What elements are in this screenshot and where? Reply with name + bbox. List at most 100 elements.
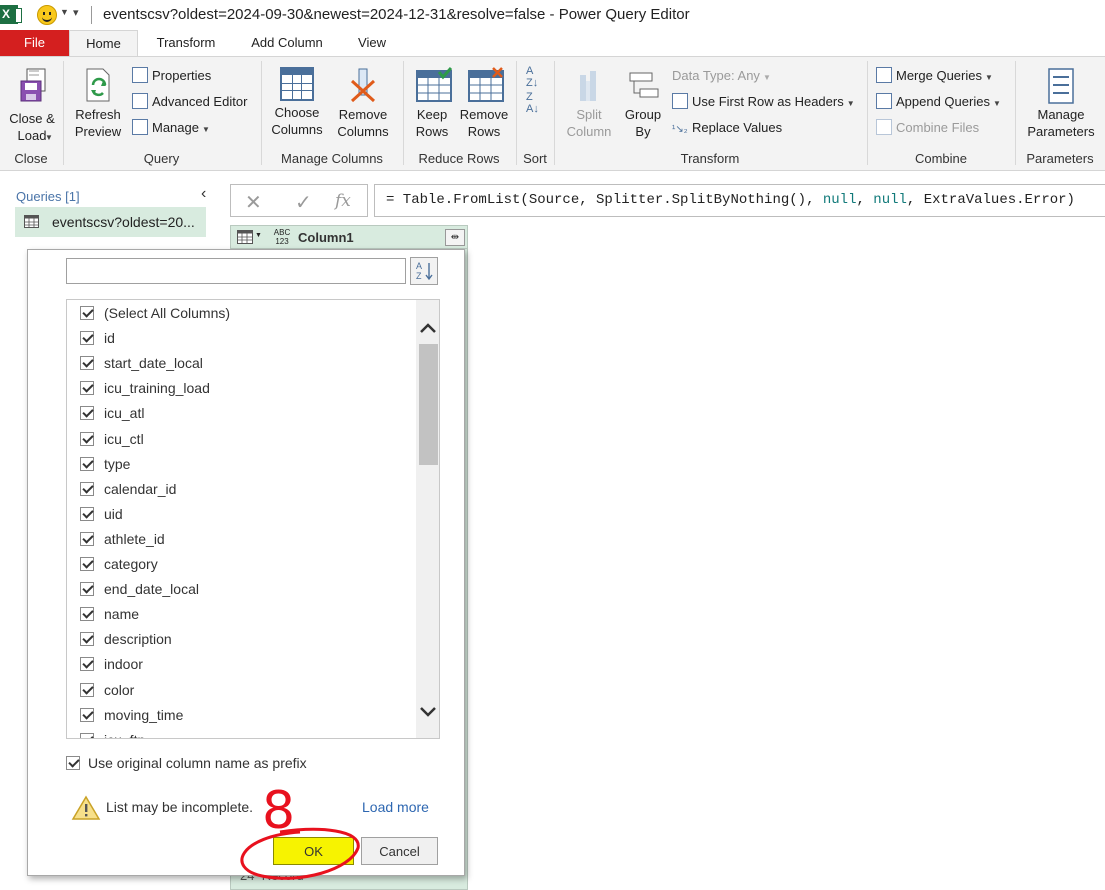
choose-columns-button[interactable]: Choose Columns xyxy=(264,67,330,138)
cancel-button[interactable]: Cancel xyxy=(361,837,438,865)
sort-columns-button[interactable]: A Z xyxy=(410,257,438,285)
list-scrollbar[interactable] xyxy=(416,300,440,738)
tab-file[interactable]: File xyxy=(0,30,69,56)
formula-input[interactable]: = Table.FromList(Source, Splitter.SplitB… xyxy=(374,184,1105,217)
scroll-down-chevron-icon[interactable] xyxy=(416,702,440,722)
smiley-dropdown-icon[interactable]: ▼ xyxy=(60,7,69,17)
column-checkbox[interactable] xyxy=(80,657,94,672)
properties-icon xyxy=(132,67,148,83)
column-checkbox-item[interactable]: icu_training_load xyxy=(67,376,413,401)
column-label: description xyxy=(104,631,172,648)
column-type-icon[interactable]: ABC 123 xyxy=(271,228,293,246)
append-queries-button[interactable]: Append Queries ▼ xyxy=(876,92,1001,112)
column-label: moving_time xyxy=(104,706,184,723)
use-first-row-headers-button[interactable]: Use First Row as Headers ▼ xyxy=(672,92,855,112)
column-checkbox-item[interactable]: end_date_local xyxy=(67,577,413,602)
column-checkbox-item[interactable]: id xyxy=(67,326,413,351)
close-and-load-button[interactable]: Close & Load ▼ xyxy=(4,67,60,144)
remove-columns-icon xyxy=(346,67,380,103)
query-list-item[interactable]: eventscsv?oldest=20... xyxy=(15,207,206,237)
group-label-query: Query xyxy=(143,151,180,166)
tab-add-column[interactable]: Add Column xyxy=(244,30,330,56)
select-all-columns-item[interactable]: (Select All Columns) xyxy=(67,301,413,326)
column-checkbox[interactable] xyxy=(80,506,94,521)
column-checkbox[interactable] xyxy=(80,381,94,396)
column-checkbox-item[interactable]: moving_time xyxy=(67,703,413,728)
column-checkbox-item[interactable]: icu_ctl xyxy=(67,427,413,452)
group-by-button[interactable]: Group By xyxy=(620,67,666,140)
column-checkbox-item[interactable]: indoor xyxy=(67,652,413,677)
keep-rows-icon xyxy=(415,67,453,103)
column-checkbox[interactable] xyxy=(80,331,94,346)
column-checkbox[interactable] xyxy=(80,456,94,471)
column-checkbox[interactable] xyxy=(80,582,94,597)
column-checkbox-item[interactable]: type xyxy=(67,452,413,477)
column-checkbox[interactable] xyxy=(80,356,94,371)
manage-parameters-button[interactable]: Manage Parameters xyxy=(1020,67,1102,140)
keep-rows-label: Keep Rows xyxy=(415,107,449,139)
title-separator xyxy=(91,6,92,24)
expand-column-icon[interactable]: ⇹ xyxy=(445,229,465,246)
table-menu-icon[interactable] xyxy=(237,230,253,244)
sort-ascending-icon[interactable]: A Z↓ xyxy=(526,65,538,89)
replace-values-button[interactable]: ¹↘₂ Replace Values xyxy=(672,118,782,138)
merge-queries-button[interactable]: Merge Queries ▼ xyxy=(876,66,993,86)
column-header[interactable]: ▼ ABC 123 Column1 ⇹ xyxy=(230,225,468,249)
column-checkbox[interactable] xyxy=(80,531,94,546)
excel-icon: X xyxy=(0,5,22,24)
sort-az-icon: A Z xyxy=(416,261,433,281)
column-checkbox-item[interactable]: calendar_id xyxy=(67,477,413,502)
advanced-editor-button[interactable]: Advanced Editor xyxy=(132,92,247,112)
cancel-formula-icon[interactable]: ✕ xyxy=(245,190,262,215)
group-label-combine: Combine xyxy=(914,151,968,166)
search-columns-input[interactable] xyxy=(66,258,406,284)
remove-rows-button[interactable]: Remove Rows xyxy=(458,67,510,140)
prefix-checkbox[interactable] xyxy=(66,756,80,770)
manage-parameters-icon xyxy=(1044,67,1078,104)
remove-columns-button[interactable]: Remove Columns xyxy=(332,67,394,140)
fx-icon[interactable]: fx xyxy=(335,191,351,211)
column-checkbox-item[interactable]: description xyxy=(67,627,413,652)
feedback-smiley-icon[interactable] xyxy=(37,5,57,25)
column-checkbox[interactable] xyxy=(80,732,94,738)
column-checkbox[interactable] xyxy=(80,632,94,647)
collapse-pane-chevron-icon[interactable]: ‹ xyxy=(201,185,206,203)
scroll-up-chevron-icon[interactable] xyxy=(416,318,440,338)
column-checkbox[interactable] xyxy=(80,306,94,320)
column-checkbox-item[interactable]: uid xyxy=(67,502,413,527)
confirm-formula-icon[interactable]: ✓ xyxy=(295,190,312,215)
column-checkbox[interactable] xyxy=(80,481,94,496)
tab-transform[interactable]: Transform xyxy=(150,30,222,56)
tab-view[interactable]: View xyxy=(352,30,392,56)
quick-access-customize-icon[interactable]: ▾ xyxy=(73,6,79,19)
warning-icon xyxy=(71,795,101,820)
column-checkbox-item[interactable]: athlete_id xyxy=(67,527,413,552)
combine-files-button[interactable]: Combine Files xyxy=(876,118,979,138)
column-label: type xyxy=(104,455,131,472)
properties-button[interactable]: Properties xyxy=(132,66,211,86)
data-type-dropdown[interactable]: Data Type: Any ▼ xyxy=(672,66,771,86)
scroll-thumb[interactable] xyxy=(419,344,438,465)
split-column-button[interactable]: Split Column xyxy=(560,67,618,140)
column-checkbox-item[interactable]: icu_ftp xyxy=(67,728,413,738)
column-checkbox[interactable] xyxy=(80,607,94,622)
column-checkbox-item[interactable]: category xyxy=(67,552,413,577)
column-checkbox[interactable] xyxy=(80,707,94,722)
manage-button[interactable]: Manage ▼ xyxy=(132,118,210,138)
column-checkbox[interactable] xyxy=(80,431,94,446)
column-checkbox-item[interactable]: start_date_local xyxy=(67,351,413,376)
column-checkbox[interactable] xyxy=(80,557,94,571)
load-more-link[interactable]: Load more xyxy=(362,799,429,815)
split-column-label: Split Column xyxy=(566,107,612,139)
incomplete-list-warning: List may be incomplete. xyxy=(106,799,254,815)
column-checkbox[interactable] xyxy=(80,406,94,421)
column-checkbox-item[interactable]: color xyxy=(67,678,413,703)
column-checkbox-item[interactable]: name xyxy=(67,602,413,627)
keep-rows-button[interactable]: Keep Rows xyxy=(407,67,457,140)
ok-button[interactable]: OK xyxy=(273,837,354,865)
column-checkbox[interactable] xyxy=(80,682,94,697)
tab-home[interactable]: Home xyxy=(69,30,138,56)
refresh-preview-button[interactable]: Refresh Preview xyxy=(68,67,128,140)
column-checkbox-item[interactable]: icu_atl xyxy=(67,401,413,426)
sort-descending-icon[interactable]: Z A↓ xyxy=(526,91,539,115)
